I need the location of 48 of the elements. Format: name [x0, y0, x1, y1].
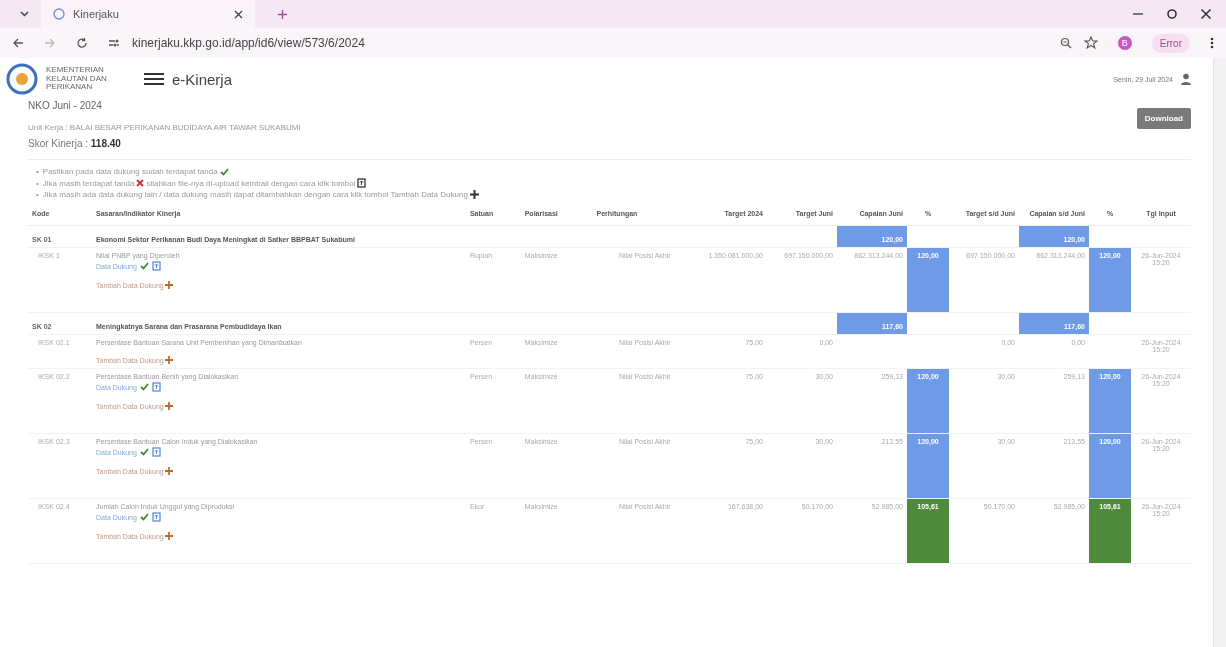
note-text: silahkan file-nya di-upload kembali dengan cara klik tombol [146, 178, 356, 188]
bullet: • [36, 190, 39, 200]
note-text: Pastikan pada data dukung sudah terdapat tanda [42, 167, 218, 177]
report-title: NKO Juni - 2024 [28, 100, 103, 111]
plus-icon [164, 467, 173, 476]
close-icon[interactable] [234, 9, 243, 19]
more-options-icon[interactable] [1210, 37, 1214, 49]
bullet: • [36, 178, 39, 188]
plus-icon [164, 356, 173, 365]
download-button[interactable]: Download [1136, 108, 1191, 129]
user-icon[interactable] [1181, 73, 1191, 85]
back-arrow-icon[interactable] [12, 37, 24, 49]
upload-icon[interactable] [151, 512, 161, 523]
zoom-icon[interactable] [1059, 37, 1072, 49]
profile-status-button[interactable]: Error [1151, 33, 1190, 53]
star-icon[interactable] [1083, 36, 1098, 50]
note-text: Jika masih terdapat tanda [42, 178, 135, 188]
ministry-logo-icon [6, 63, 38, 95]
upload-icon[interactable] [151, 447, 161, 458]
plus-icon [164, 402, 173, 411]
bullet: • [36, 167, 39, 177]
note-text: Jika masih ada data dukung lain / data dukung masih dapat ditambahkan dengan cara klik tombol Tambah Data Dukung [42, 190, 468, 200]
tab-title: Kinerjaku [73, 8, 120, 20]
reload-icon[interactable] [76, 37, 88, 49]
new-tab-icon[interactable] [277, 8, 288, 20]
menu-icon[interactable] [144, 72, 164, 86]
ministry-name: KEMENTERIAN KELAUTAN DAN PERIKANAN [46, 65, 108, 93]
score-text: Skor Kinerja : 118.40 [28, 138, 122, 149]
url-text: kinerjaku.kkp.go.id/app/id6/view/573/6/2024 [132, 36, 365, 50]
upload-icon [357, 178, 367, 189]
upload-icon[interactable] [151, 261, 161, 272]
scrollbar[interactable] [1213, 58, 1226, 647]
address-bar[interactable]: kinerjaku.kkp.go.id/app/id6/view/573/6/2024 [108, 31, 1098, 55]
plus-icon [164, 281, 173, 290]
app-title: e-Kinerja [172, 70, 233, 88]
plus-icon [164, 532, 173, 541]
check-icon [219, 167, 229, 176]
unit-text: Unit Kerja : BALAI BESAR PERIKANAN BUDIDAYA AIR TAWAR SUKABUMI [28, 123, 301, 132]
cross-icon [136, 179, 145, 188]
plus-icon [469, 190, 479, 200]
close-icon[interactable] [1200, 8, 1212, 20]
restore-icon[interactable] [1166, 8, 1178, 20]
site-settings-icon[interactable] [108, 38, 120, 48]
tab-list-icon[interactable] [20, 11, 29, 17]
browser-tab[interactable]: Kinerjaku [41, 0, 255, 28]
profile-avatar[interactable]: B [1117, 36, 1132, 50]
upload-icon[interactable] [151, 382, 161, 393]
globe-icon [53, 8, 65, 20]
